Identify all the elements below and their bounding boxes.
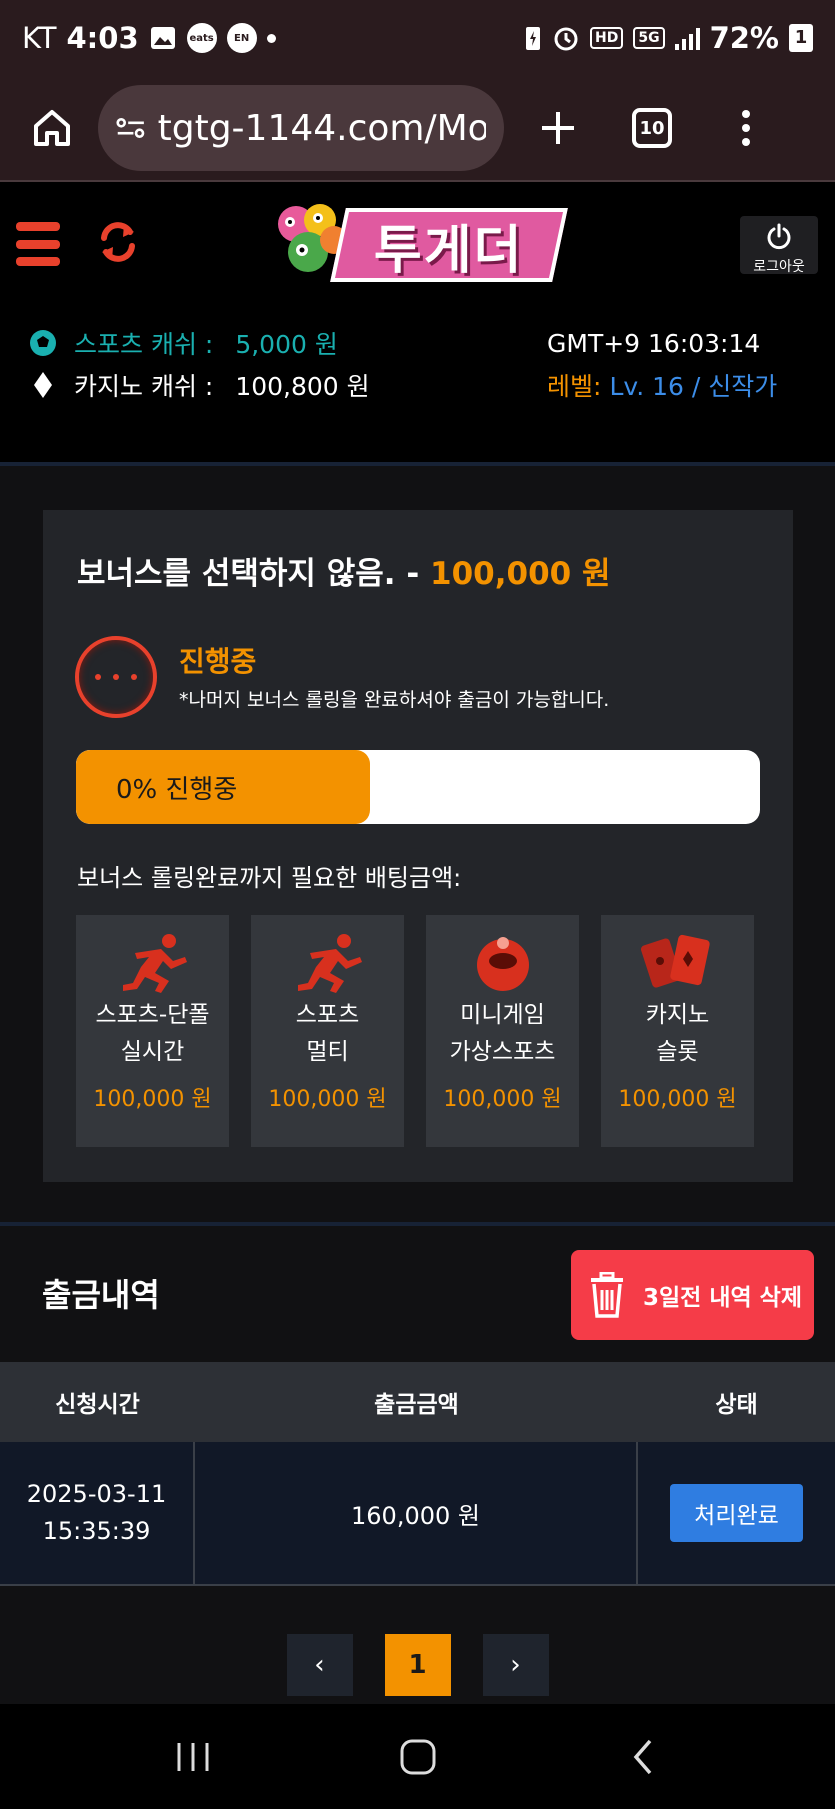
history-table: 신청시간 출금금액 상태 2025-03-11 15:35:39 160,000… bbox=[0, 1362, 835, 1586]
card-amount: 100,000 원 bbox=[268, 1087, 387, 1112]
logo-text: 투게더 bbox=[374, 220, 524, 281]
withdrawal-history: 출금내역 3일전 내역 삭제 신청시간 출금금액 상태 2025-03-11 1… bbox=[0, 1226, 835, 1704]
card-name: 카지노 슬롯 bbox=[645, 1002, 710, 1065]
eats-icon: eats bbox=[186, 23, 217, 53]
delete-old-history-button[interactable]: 3일전 내역 삭제 bbox=[571, 1250, 814, 1340]
browser-menu-button[interactable] bbox=[714, 96, 778, 160]
cash-info: 스포츠 캐쉬 : 5,000 원 카지노 캐쉬 : 100,800 원 bbox=[28, 322, 370, 406]
cards-icon bbox=[640, 934, 710, 988]
carrier-label: KT bbox=[22, 21, 57, 55]
battery-percent: 72% bbox=[709, 21, 779, 55]
recents-icon bbox=[177, 1742, 208, 1771]
next-page-button[interactable]: › bbox=[482, 1634, 549, 1696]
browser-toolbar: tgtg-1144.com/Mone 10 bbox=[0, 76, 835, 182]
bonus-status-title: 진행중 bbox=[179, 645, 257, 678]
card-amount: 100,000 원 bbox=[443, 1087, 562, 1112]
bonus-section: 보너스를 선택하지 않음. - 100,000 원 진행중 *나머지 보너스 롤… bbox=[0, 466, 835, 1224]
delete-old-history-label: 3일전 내역 삭제 bbox=[643, 1285, 802, 1311]
tab-count: 10 bbox=[632, 108, 672, 148]
bonus-progress-bar: 0% 진행중 bbox=[76, 750, 760, 824]
new-tab-button[interactable] bbox=[526, 96, 590, 160]
prev-page-button[interactable]: ‹ bbox=[286, 1634, 353, 1696]
back-button[interactable] bbox=[603, 1727, 683, 1787]
soccer-ball-icon bbox=[30, 330, 56, 356]
card-name: 미니게임 가상스포츠 bbox=[449, 1002, 556, 1065]
menu-icon[interactable] bbox=[16, 222, 60, 266]
sports-cash-label: 스포츠 캐쉬 : bbox=[74, 330, 214, 359]
card-name: 스포츠 멀티 bbox=[295, 1002, 360, 1065]
logout-button[interactable]: 로그아웃 bbox=[740, 216, 818, 275]
progress-label: 0% 진행중 bbox=[116, 774, 238, 805]
card-amount: 100,000 원 bbox=[618, 1087, 737, 1112]
tabs-button[interactable]: 10 bbox=[620, 96, 684, 160]
row-amount: 160,000 원 bbox=[351, 1501, 480, 1530]
back-icon bbox=[633, 1739, 651, 1774]
bonus-panel: 보너스를 선택하지 않음. - 100,000 원 진행중 *나머지 보너스 롤… bbox=[43, 510, 793, 1182]
home-button[interactable] bbox=[20, 96, 84, 160]
url-bar[interactable]: tgtg-1144.com/Mone bbox=[98, 85, 504, 171]
bonus-title-text: 보너스를 선택하지 않음. - bbox=[77, 556, 431, 592]
card-amount: 100,000 원 bbox=[93, 1087, 212, 1112]
header-amount: 출금금액 bbox=[374, 1392, 459, 1418]
casino-cash-value: 100,800 원 bbox=[235, 372, 370, 401]
en-icon: EN bbox=[226, 23, 257, 53]
site-logo[interactable]: 투게더 bbox=[268, 200, 568, 286]
header-time: 신청시간 bbox=[55, 1392, 140, 1418]
history-title: 출금내역 bbox=[42, 1276, 160, 1314]
power-icon bbox=[767, 223, 791, 250]
home-nav-button[interactable] bbox=[378, 1727, 458, 1787]
card-casino-slot: 카지노 슬롯 100,000 원 bbox=[601, 915, 754, 1147]
row-status-badge[interactable]: 처리완료 bbox=[670, 1484, 803, 1542]
rolling-cards: 스포츠-단폴 실시간 100,000 원 스포츠 멀티 100,000 원 미니… bbox=[76, 915, 760, 1147]
card-sports-single: 스포츠-단폴 실시간 100,000 원 bbox=[76, 915, 229, 1147]
user-info: GMT+9 16:03:14 레벨: Lv. 16 / 신작가 bbox=[547, 322, 777, 406]
casino-cash-label: 카지노 캐쉬 : bbox=[74, 372, 214, 401]
home-square-icon bbox=[400, 1739, 435, 1774]
level-value: Lv. 16 / 신작가 bbox=[609, 372, 778, 401]
in-progress-icon bbox=[75, 636, 157, 718]
battery-icon: 1 bbox=[789, 24, 813, 52]
bonus-title-amount: 100,000 원 bbox=[430, 556, 611, 592]
required-bet-label: 보너스 롤링완료까지 필요한 배팅금액: bbox=[77, 864, 462, 892]
level-label: 레벨: bbox=[547, 372, 602, 401]
diamond-icon bbox=[34, 372, 52, 398]
progress-fill: 0% 진행중 bbox=[76, 750, 371, 824]
bonus-status-note: *나머지 보너스 롤링을 완료하셔야 출금이 가능합니다. bbox=[179, 689, 610, 711]
dot-icon bbox=[266, 33, 276, 43]
ball-icon bbox=[476, 937, 529, 991]
hd-icon: HD bbox=[590, 27, 624, 49]
card-name: 스포츠-단폴 실시간 bbox=[95, 1002, 210, 1065]
bonus-title: 보너스를 선택하지 않음. - 100,000 원 bbox=[77, 548, 611, 593]
table-row: 2025-03-11 15:35:39 160,000 원 처리완료 bbox=[0, 1442, 835, 1586]
plus-icon bbox=[542, 112, 574, 144]
logout-label: 로그아웃 bbox=[753, 259, 805, 275]
clock-label: 4:03 bbox=[66, 21, 139, 55]
image-icon bbox=[150, 27, 175, 49]
running-man-icon bbox=[297, 934, 362, 993]
alarm-icon bbox=[554, 27, 578, 51]
card-minigame: 미니게임 가상스포츠 100,000 원 bbox=[426, 915, 579, 1147]
running-man-icon bbox=[122, 934, 187, 993]
status-bar: KT 4:03 eats EN HD 5G 72% 1 bbox=[0, 0, 835, 76]
table-header: 신청시간 출금금액 상태 bbox=[0, 1362, 835, 1442]
pagination: ‹ 1 › bbox=[0, 1634, 835, 1696]
more-vertical-icon bbox=[742, 110, 750, 146]
site-header: 투게더 로그아웃 스포츠 캐쉬 : 5,000 원 카지노 캐쉬 : 100,8… bbox=[0, 182, 835, 464]
site-settings-icon bbox=[116, 117, 145, 139]
row-time: 2025-03-11 15:35:39 bbox=[26, 1480, 167, 1545]
url-text: tgtg-1144.com/Mone bbox=[157, 107, 486, 149]
5g-icon: 5G bbox=[633, 27, 665, 49]
recents-button[interactable] bbox=[153, 1727, 233, 1787]
refresh-icon[interactable] bbox=[94, 216, 142, 268]
battery-saver-icon bbox=[526, 27, 540, 50]
trash-icon bbox=[591, 1272, 623, 1318]
system-nav-bar bbox=[0, 1704, 835, 1809]
page-1-button[interactable]: 1 bbox=[384, 1634, 451, 1696]
server-clock: GMT+9 16:03:14 bbox=[547, 328, 761, 358]
card-sports-multi: 스포츠 멀티 100,000 원 bbox=[251, 915, 404, 1147]
header-status: 상태 bbox=[715, 1392, 758, 1418]
signal-icon bbox=[674, 26, 700, 50]
home-icon bbox=[34, 110, 70, 146]
sports-cash-value: 5,000 원 bbox=[235, 330, 338, 359]
